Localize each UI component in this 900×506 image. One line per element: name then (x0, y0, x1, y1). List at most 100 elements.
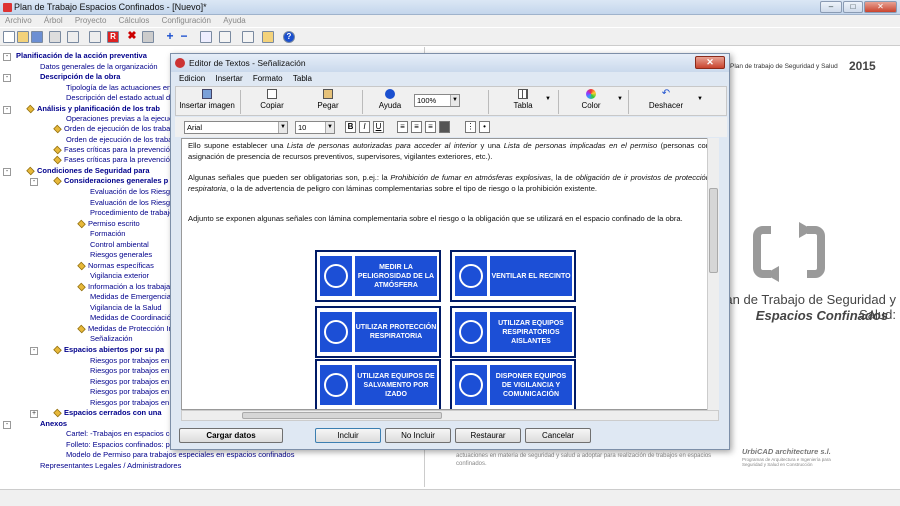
table-button[interactable]: Tabla (506, 89, 540, 110)
save-icon[interactable] (31, 31, 43, 43)
color-button[interactable]: Color (574, 89, 608, 110)
tree-item[interactable]: Tipología de las actuaciones en e (66, 83, 177, 93)
tree-item[interactable]: Descripción del estado actual del (66, 93, 176, 103)
tree-item[interactable]: Fases críticas para la prevención, (53, 145, 176, 155)
trash-icon[interactable] (142, 31, 154, 43)
open-folder-icon[interactable] (17, 31, 29, 43)
dialog-titlebar[interactable]: Editor de Textos - Señalización ✕ (171, 54, 729, 72)
copy-button[interactable]: Copiar (252, 89, 292, 110)
tree-item[interactable]: Orden de ejecución de los trabajo (66, 135, 178, 145)
font-size-select[interactable]: 10 ▼ (295, 121, 335, 134)
cancel-button[interactable]: Cancelar (525, 428, 591, 443)
tree-item[interactable]: Control ambiental (90, 240, 149, 250)
tree-item[interactable]: Riesgos por trabajos en D (90, 377, 177, 387)
font-select[interactable]: Arial ▼ (184, 121, 288, 134)
tree-collapse-toggle[interactable]: - (30, 178, 38, 186)
tool-icon-1[interactable] (200, 31, 212, 43)
tree-item[interactable]: Medidas de Coordinación (90, 313, 175, 323)
print-icon[interactable] (49, 31, 61, 43)
menu-configuracion[interactable]: Configuración (157, 15, 216, 27)
collapse-icon[interactable]: − (178, 30, 190, 43)
tree-item[interactable]: Espacios cerrados con una (53, 408, 162, 418)
justify-icon[interactable] (439, 121, 450, 133)
tree-item[interactable]: Operaciones previas a la ejecució (66, 114, 179, 124)
tree-item[interactable]: Condiciones de Seguridad para (26, 166, 150, 176)
menu-calculos[interactable]: Cálculos (114, 15, 155, 27)
maximize-button[interactable]: □ (843, 1, 863, 13)
tree-item[interactable]: Planificación de la acción preventiva (16, 51, 147, 61)
dialog-close-button[interactable]: ✕ (695, 56, 725, 69)
tree-collapse-toggle[interactable]: - (3, 421, 11, 429)
bullet-list-icon[interactable]: • (479, 121, 490, 133)
export-icon[interactable] (262, 31, 274, 43)
tree-item[interactable]: Datos generales de la organización (40, 62, 158, 72)
tree-item[interactable]: Orden de ejecución de los trabajo (53, 124, 176, 134)
menu-formato[interactable]: Formato (249, 73, 287, 85)
align-right-icon[interactable]: ≡ (425, 121, 436, 133)
tree-expand-toggle[interactable]: + (30, 410, 38, 418)
tree-item[interactable]: Fases críticas para la prevención, (53, 155, 176, 165)
tree-item[interactable]: Consideraciones generales p (53, 176, 168, 186)
text-editor-area[interactable]: Ello supone establecer una Lista de pers… (181, 138, 719, 410)
tree-collapse-toggle[interactable]: - (3, 53, 11, 61)
tree-item[interactable]: Representantes Legales / Administradores (40, 461, 181, 471)
report-icon[interactable] (242, 31, 254, 43)
tree-item[interactable]: Evaluación de los Riesgo (90, 198, 174, 208)
tree-collapse-toggle[interactable]: - (3, 74, 11, 82)
tree-item[interactable]: Anexos (40, 419, 67, 429)
tree-collapse-toggle[interactable]: - (3, 168, 11, 176)
menu-archivo[interactable]: Archivo (0, 15, 37, 27)
tree-item[interactable]: Análisis y planificación de los trab (26, 104, 160, 114)
help-icon[interactable]: ? (283, 31, 295, 43)
zoom-select[interactable]: 100% ▼ (414, 94, 460, 107)
editor-vertical-scrollbar[interactable] (707, 138, 719, 410)
tree-collapse-toggle[interactable]: - (3, 106, 11, 114)
tree-item[interactable]: Espacios abiertos por su pa (53, 345, 164, 355)
delete-icon[interactable]: ✖ (126, 31, 138, 43)
scroll-thumb[interactable] (709, 188, 718, 273)
load-data-button[interactable]: Cargar datos (179, 428, 283, 443)
tree-collapse-toggle[interactable]: - (30, 347, 38, 355)
tree-item[interactable]: Modelo de Permiso para trabajos especial… (66, 450, 294, 460)
document-icon[interactable] (67, 31, 79, 43)
tree-item[interactable]: Riesgos generales (90, 250, 152, 260)
menu-tabla[interactable]: Tabla (289, 73, 316, 85)
tree-item[interactable]: Medidas de Protección In (77, 324, 173, 334)
window-titlebar[interactable]: Plan de Trabajo Espacios Confinados - [N… (0, 0, 900, 15)
menu-proyecto[interactable]: Proyecto (70, 15, 112, 27)
undo-dropdown-chevron-icon[interactable]: ▼ (696, 96, 704, 102)
tree-item[interactable]: Medidas de Emergencia (90, 292, 171, 302)
underline-button[interactable]: U (373, 121, 384, 133)
r-icon[interactable]: R (107, 31, 119, 43)
insert-image-button[interactable]: Insertar imagen (178, 89, 236, 110)
tree-item[interactable]: Vigilancia exterior (90, 271, 149, 281)
paste-button[interactable]: Pegar (310, 89, 346, 110)
minimize-button[interactable]: – (820, 1, 842, 13)
italic-button[interactable]: I (359, 121, 370, 133)
tree-item[interactable]: Descripción de la obra (40, 72, 120, 82)
tree-item[interactable]: Formación (90, 229, 125, 239)
align-center-icon[interactable]: ≡ (411, 121, 422, 133)
tree-item[interactable]: Vigilancia de la Salud (90, 303, 162, 313)
menu-ayuda[interactable]: Ayuda (218, 15, 251, 27)
help-button[interactable]: Ayuda (372, 89, 408, 110)
tree-item[interactable]: Evaluación de los Riesgo (90, 187, 174, 197)
undo-button[interactable]: ↶ Deshacer (644, 89, 688, 111)
menu-edicion[interactable]: Edicion (175, 73, 209, 85)
bold-button[interactable]: B (345, 121, 356, 133)
editor-horizontal-scrollbar[interactable] (181, 410, 719, 421)
tree-item[interactable]: Riesgos por trabajos en S (90, 398, 176, 408)
tree-item[interactable]: Normas específicas (77, 261, 154, 271)
include-button[interactable]: Incluir (315, 428, 381, 443)
scroll-thumb[interactable] (242, 412, 442, 419)
numbered-list-icon[interactable]: ⋮ (465, 121, 476, 133)
new-file-icon[interactable] (3, 31, 15, 43)
align-left-icon[interactable]: ≡ (397, 121, 408, 133)
table-dropdown-chevron-icon[interactable]: ▼ (544, 96, 552, 102)
tree-item[interactable]: Folleto: Espacios confinados: pel (66, 440, 176, 450)
restore-button[interactable]: Restaurar (455, 428, 521, 443)
color-dropdown-chevron-icon[interactable]: ▼ (616, 96, 624, 102)
tree-item[interactable]: Información a los trabaja (77, 282, 170, 292)
tree-item[interactable]: Señalización (90, 334, 133, 344)
expand-icon[interactable]: + (164, 30, 176, 43)
